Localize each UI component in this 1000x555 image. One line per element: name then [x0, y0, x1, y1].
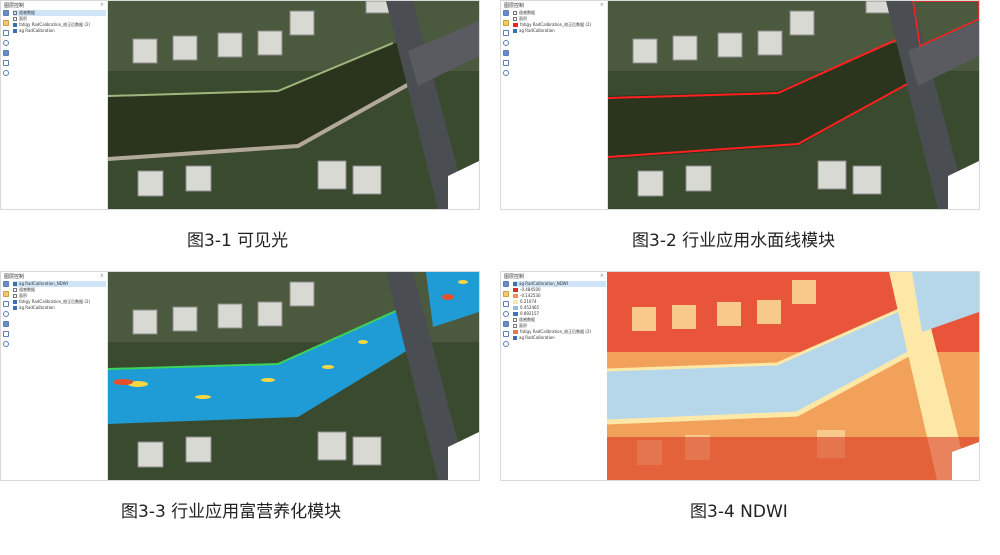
figure-caption: 图3-4 NDWI [690, 502, 788, 522]
layer-checkbox[interactable] [13, 294, 17, 298]
sidebar-title: 图层控制 [4, 3, 25, 9]
toolbar-icons [3, 10, 11, 80]
layer-tree: 遥感数据 面积 fatigy RadCalibration_校正后数据 (2) … [513, 10, 606, 34]
layer-checkbox[interactable] [13, 300, 17, 304]
folder-icon[interactable] [3, 291, 9, 297]
folder-icon[interactable] [3, 20, 9, 26]
visibility-icon[interactable] [503, 311, 509, 317]
layer-tree: ag RadCalibration_NDWI -0.484500 -0.1425… [513, 281, 606, 341]
close-icon[interactable]: × [600, 273, 604, 279]
zoom-layer-icon[interactable] [503, 70, 509, 76]
layer-label: ag RadCalibration [19, 28, 55, 33]
layer-checkbox[interactable] [513, 336, 517, 340]
layer-checkbox[interactable] [13, 282, 17, 286]
panel-waterline-module: 图层控制 × 遥感数据 面积 fatigy RadCalibration_校正后… [500, 0, 980, 210]
layer-item[interactable]: ag RadCalibration [513, 28, 606, 34]
close-icon[interactable]: × [100, 2, 104, 8]
layer-label: ag RadCalibration [519, 28, 555, 33]
legend-swatch [513, 294, 518, 298]
close-icon[interactable]: × [100, 273, 104, 279]
remove-layer-icon[interactable] [3, 301, 9, 307]
layer-checkbox[interactable] [513, 29, 517, 33]
legend-swatch [513, 330, 518, 334]
folder-icon[interactable] [503, 20, 509, 26]
figure-caption: 图3-1 可见光 [187, 231, 289, 251]
layer-item[interactable]: ag RadCalibration [13, 28, 106, 34]
move-down-icon[interactable] [3, 60, 9, 66]
toolbar-icons [503, 281, 511, 351]
move-down-icon[interactable] [3, 331, 9, 337]
layer-checkbox[interactable] [13, 17, 17, 21]
folder-icon[interactable] [503, 291, 509, 297]
figure-caption: 图3-2 行业应用水面线模块 [632, 231, 836, 251]
layer-checkbox[interactable] [13, 306, 17, 310]
layer-checkbox[interactable] [13, 288, 17, 292]
layer-checkbox[interactable] [513, 318, 517, 322]
layer-label: ag RadCalibration [19, 305, 55, 310]
sidebar-title: 图层控制 [504, 3, 525, 9]
ndwi-map-view[interactable] [607, 272, 979, 480]
toolbar-icons [3, 281, 11, 351]
panel-ndwi: 图层控制 × ag RadCalibration_NDWI -0.484500 … [500, 271, 980, 481]
remove-layer-icon[interactable] [503, 301, 509, 307]
layer-checkbox[interactable] [513, 11, 517, 15]
panel-eutrophication-module: 图层控制 × ag RadCalibration_NDWI 遥感数据 面积 fa… [0, 271, 480, 481]
close-icon[interactable]: × [600, 2, 604, 8]
move-up-icon[interactable] [3, 321, 9, 327]
layer-control-sidebar: 图层控制 × ag RadCalibration_NDWI 遥感数据 面积 fa… [1, 272, 108, 480]
aerial-map-view[interactable] [108, 1, 479, 209]
layer-label: ag RadCalibration [519, 335, 555, 340]
add-layer-icon[interactable] [3, 10, 9, 16]
layer-tree: ag RadCalibration_NDWI 遥感数据 面积 fatigy Ra… [13, 281, 106, 311]
layer-item[interactable]: ag RadCalibration [13, 305, 106, 311]
layer-item[interactable]: ag RadCalibration [513, 335, 606, 341]
panel-visible-light: 图层控制 × 遥感数据 面积 fatigy RadCalibration_校正后… [0, 0, 480, 210]
layer-control-sidebar: 图层控制 × 遥感数据 面积 fatigy RadCalibration_校正后… [501, 1, 608, 209]
legend-swatch [513, 306, 518, 310]
sidebar-title: 图层控制 [504, 274, 525, 280]
layer-checkbox[interactable] [513, 282, 517, 286]
add-layer-icon[interactable] [503, 10, 509, 16]
zoom-layer-icon[interactable] [3, 341, 9, 347]
layer-checkbox[interactable] [13, 23, 17, 27]
layer-checkbox[interactable] [13, 11, 17, 15]
layer-checkbox[interactable] [513, 324, 517, 328]
aerial-map-view[interactable] [108, 272, 479, 480]
remove-layer-icon[interactable] [3, 30, 9, 36]
sidebar-title: 图层控制 [4, 274, 25, 280]
layer-checkbox[interactable] [513, 17, 517, 21]
visibility-icon[interactable] [503, 40, 509, 46]
layer-control-sidebar: 图层控制 × ag RadCalibration_NDWI -0.484500 … [501, 272, 608, 480]
layer-checkbox[interactable] [13, 29, 17, 33]
visibility-icon[interactable] [3, 311, 9, 317]
zoom-layer-icon[interactable] [3, 70, 9, 76]
move-up-icon[interactable] [3, 50, 9, 56]
move-down-icon[interactable] [503, 60, 509, 66]
legend-swatch [513, 288, 518, 292]
layer-tree: 遥感数据 面积 fatigy RadCalibration_校正后数据 (2) … [13, 10, 106, 34]
legend-swatch [513, 300, 518, 304]
toolbar-icons [503, 10, 511, 80]
layer-control-sidebar: 图层控制 × 遥感数据 面积 fatigy RadCalibration_校正后… [1, 1, 108, 209]
add-layer-icon[interactable] [3, 281, 9, 287]
legend-swatch [513, 23, 518, 27]
move-up-icon[interactable] [503, 50, 509, 56]
zoom-layer-icon[interactable] [503, 341, 509, 347]
remove-layer-icon[interactable] [503, 30, 509, 36]
move-down-icon[interactable] [503, 331, 509, 337]
aerial-map-view[interactable] [608, 1, 979, 209]
add-layer-icon[interactable] [503, 281, 509, 287]
figure-caption: 图3-3 行业应用富营养化模块 [121, 502, 342, 522]
legend-swatch [513, 312, 518, 316]
move-up-icon[interactable] [503, 321, 509, 327]
visibility-icon[interactable] [3, 40, 9, 46]
